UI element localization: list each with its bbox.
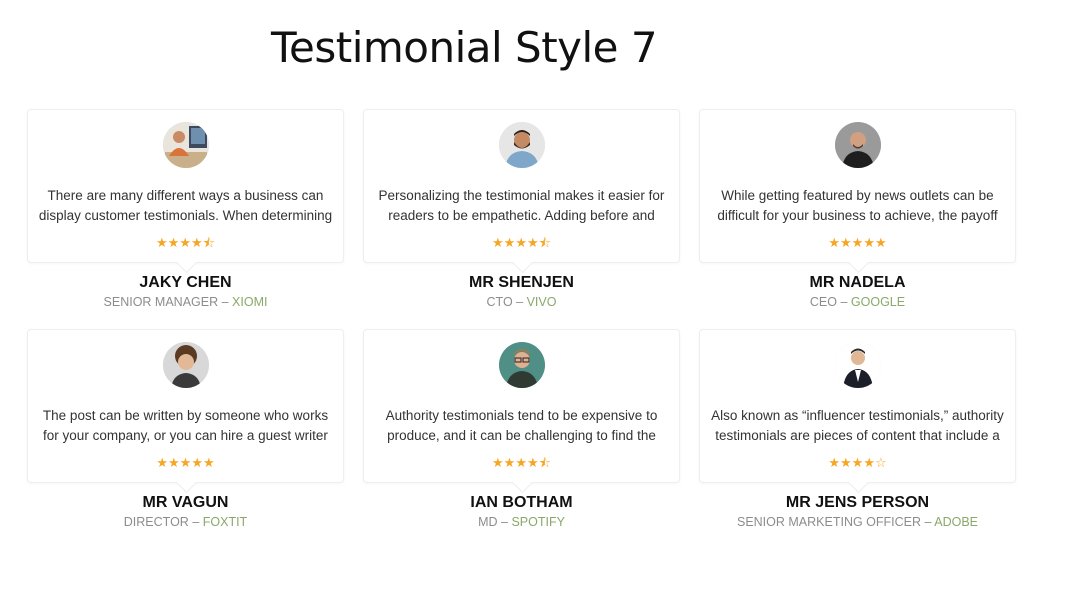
testimonial-card: The post can be written by someone who w… xyxy=(27,329,344,483)
client-position: SENIOR MARKETING OFFICER xyxy=(736,515,922,529)
page-title: Testimonial Style 7 xyxy=(271,23,658,72)
client-name: MR SHENJEN xyxy=(469,274,574,291)
client-name: MR VAGUN xyxy=(142,494,229,511)
client-company: VIVO xyxy=(526,295,557,309)
role-separator: – xyxy=(921,515,935,529)
testimonial-quote: The post can be written by someone who w… xyxy=(42,408,329,443)
client-role: SENIOR MANAGER – XIOMI xyxy=(27,294,344,310)
star-rating-icon: ★★★★★ xyxy=(156,456,215,471)
testimonial-card: There are many different ways a business… xyxy=(27,109,344,263)
client-role: MD – SPOTIFY xyxy=(363,514,680,530)
star-rating-icon: ★★★★★ xyxy=(828,236,887,251)
star-rating-icon: ★★★★⯪ xyxy=(156,236,215,251)
client-name: IAN BOTHAM xyxy=(470,494,573,511)
testimonial-item: While getting featured by news outlets c… xyxy=(699,109,1016,329)
client-position: CEO xyxy=(809,295,837,309)
client-company: GOOGLE xyxy=(850,295,906,309)
client-position: DIRECTOR xyxy=(123,515,189,529)
testimonial-card: Authority testimonials tend to be expens… xyxy=(363,329,680,483)
role-separator: – xyxy=(188,515,203,529)
client-name: MR JENS PERSON xyxy=(785,494,930,511)
role-separator: – xyxy=(497,515,512,529)
client-position: SENIOR MANAGER xyxy=(103,295,219,309)
client-name: JAKY CHEN xyxy=(139,274,232,291)
client-company: FOXTIT xyxy=(202,515,248,529)
rating-stars: ★★★★★ xyxy=(700,236,1015,252)
testimonial-item: There are many different ways a business… xyxy=(27,109,344,329)
avatar xyxy=(162,342,209,388)
avatar xyxy=(834,122,881,168)
avatar xyxy=(498,342,545,388)
rating-stars: ★★★★⯪ xyxy=(364,236,679,252)
testimonial-item: Personalizing the testimonial makes it e… xyxy=(363,109,680,329)
role-separator: – xyxy=(837,295,851,309)
role-separator: – xyxy=(512,295,527,309)
client-company: SPOTIFY xyxy=(511,515,565,529)
testimonial-quote: While getting featured by news outlets c… xyxy=(717,188,998,223)
client-role: CTO – VIVO xyxy=(363,294,680,310)
client-role: SENIOR MARKETING OFFICER – ADOBE xyxy=(699,514,1016,530)
avatar xyxy=(834,342,881,388)
avatar xyxy=(498,122,545,168)
client-role: CEO – GOOGLE xyxy=(699,294,1016,310)
client-company: XIOMI xyxy=(232,295,268,309)
testimonial-grid: There are many different ways a business… xyxy=(27,109,1017,549)
testimonial-card: While getting featured by news outlets c… xyxy=(699,109,1016,263)
client-position: MD xyxy=(478,515,498,529)
testimonial-item: Authority testimonials tend to be expens… xyxy=(363,329,680,549)
testimonial-quote: There are many different ways a business… xyxy=(38,188,333,223)
role-separator: – xyxy=(218,295,233,309)
testimonial-item: Also known as “influencer testimonials,”… xyxy=(699,329,1016,549)
testimonial-quote: Also known as “influencer testimonials,”… xyxy=(711,408,1004,443)
testimonial-quote: Personalizing the testimonial makes it e… xyxy=(378,188,665,223)
star-rating-icon: ★★★★☆ xyxy=(828,456,887,471)
testimonial-item: The post can be written by someone who w… xyxy=(27,329,344,549)
rating-stars: ★★★★⯪ xyxy=(28,236,343,252)
client-name: MR NADELA xyxy=(809,274,906,291)
client-position: CTO xyxy=(486,295,513,309)
rating-stars: ★★★★☆ xyxy=(700,456,1015,472)
client-role: DIRECTOR – FOXTIT xyxy=(27,514,344,530)
testimonial-card: Also known as “influencer testimonials,”… xyxy=(699,329,1016,483)
client-company: ADOBE xyxy=(934,515,979,529)
rating-stars: ★★★★⯪ xyxy=(364,456,679,472)
star-rating-icon: ★★★★⯪ xyxy=(492,456,551,471)
rating-stars: ★★★★★ xyxy=(28,456,343,472)
testimonial-quote: Authority testimonials tend to be expens… xyxy=(385,408,658,443)
testimonial-card: Personalizing the testimonial makes it e… xyxy=(363,109,680,263)
avatar xyxy=(162,122,209,168)
star-rating-icon: ★★★★⯪ xyxy=(492,236,551,251)
